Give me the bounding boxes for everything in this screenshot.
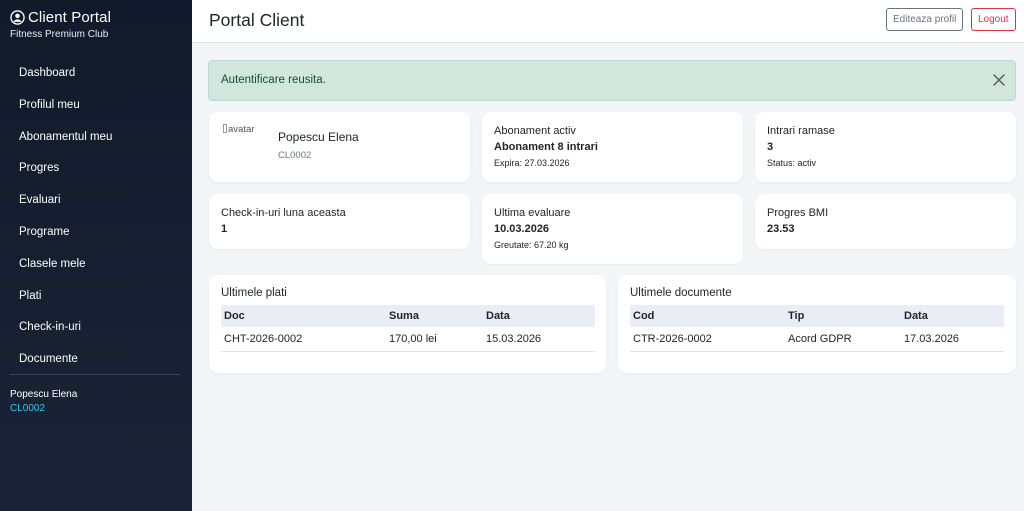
checkins-card: Check-in-uri luna aceasta 1	[209, 194, 470, 249]
column-header: Suma	[389, 310, 419, 322]
checkins-value: 1	[221, 223, 228, 235]
bmi-value: 23.53	[767, 223, 795, 235]
payments-table: Doc Suma Data CHT-2026-0002 170,00 lei 1…	[221, 305, 595, 352]
evaluation-label: Ultima evaluare	[494, 207, 571, 219]
bmi-card: Progres BMI 23.53	[755, 194, 1016, 249]
profile-card: avatar Popescu Elena CL0002	[209, 112, 470, 182]
sidebar-item-evaluari[interactable]: Evaluari	[0, 185, 192, 217]
table-cell: 170,00 lei	[386, 327, 483, 352]
sidebar-divider	[10, 374, 180, 375]
sidebar-nav: Dashboard Profilul meu Abonamentul meu P…	[0, 58, 192, 376]
sidebar-item-plati[interactable]: Plati	[0, 281, 192, 313]
table-cell: 17.03.2026	[901, 327, 1004, 352]
sidebar-item-abonament[interactable]: Abonamentul meu	[0, 122, 192, 154]
brand[interactable]: Client Portal	[10, 9, 111, 26]
entries-value: 3	[767, 141, 774, 153]
profile-name: Popescu Elena	[278, 130, 359, 144]
profile-code: CL0002	[278, 150, 312, 161]
table-row[interactable]: CHT-2026-0002 170,00 lei 15.03.2026	[221, 327, 595, 352]
evaluation-date: 10.03.2026	[494, 223, 550, 235]
table-cell: CHT-2026-0002	[221, 327, 386, 352]
subscription-label: Abonament activ	[494, 125, 576, 137]
column-header: Cod	[633, 310, 655, 322]
sidebar-item-checkin[interactable]: Check-in-uri	[0, 312, 192, 344]
brand-title: Client Portal	[28, 9, 112, 26]
logout-button[interactable]: Logout	[971, 8, 1016, 31]
table-cell: CTR-2026-0002	[630, 327, 785, 352]
alert-message: Autentificare reusita.	[221, 74, 326, 86]
page-title: Portal Client	[209, 10, 305, 30]
table-cell: 15.03.2026	[483, 327, 595, 352]
column-header: Data	[486, 310, 510, 322]
table-header-row: Doc Suma Data	[221, 305, 595, 327]
subscription-expiry: Expira: 27.03.2026	[494, 158, 570, 168]
sidebar-user-code: CL0002	[10, 403, 46, 414]
user-circle-icon	[10, 10, 25, 25]
sidebar-item-profil[interactable]: Profilul meu	[0, 90, 192, 122]
documents-title: Ultimele documente	[630, 287, 732, 299]
sidebar-item-dashboard[interactable]: Dashboard	[0, 58, 192, 90]
close-icon[interactable]	[993, 74, 1005, 86]
avatar: avatar	[223, 124, 263, 136]
edit-profile-button[interactable]: Editeaza profil	[886, 8, 964, 31]
payments-panel: Ultimele plati Doc Suma Data CHT-2026-00…	[209, 275, 606, 373]
sidebar: Client Portal Fitness Premium Club Dashb…	[0, 0, 192, 511]
column-header: Doc	[224, 310, 245, 322]
entries-label: Intrari ramase	[767, 125, 835, 137]
payments-title: Ultimele plati	[221, 287, 287, 299]
sidebar-item-progres[interactable]: Progres	[0, 153, 192, 185]
success-alert: Autentificare reusita.	[208, 60, 1016, 101]
documents-table: Cod Tip Data CTR-2026-0002 Acord GDPR 17…	[630, 305, 1004, 352]
entries-card: Intrari ramase 3 Status: activ	[755, 112, 1016, 182]
sidebar-item-clase[interactable]: Clasele mele	[0, 249, 192, 281]
documents-panel: Ultimele documente Cod Tip Data CTR-2026…	[618, 275, 1016, 373]
sidebar-item-programe[interactable]: Programe	[0, 217, 192, 249]
table-row[interactable]: CTR-2026-0002 Acord GDPR 17.03.2026	[630, 327, 1004, 352]
sidebar-item-documente[interactable]: Documente	[0, 344, 192, 376]
subscription-name: Abonament 8 intrari	[494, 141, 598, 153]
subscription-card: Abonament activ Abonament 8 intrari Expi…	[482, 112, 743, 182]
sidebar-user-name: Popescu Elena	[10, 389, 78, 400]
checkins-label: Check-in-uri luna aceasta	[221, 207, 346, 219]
top-bar: Portal Client Editeaza profil Logout	[192, 0, 1024, 43]
bmi-label: Progres BMI	[767, 207, 829, 219]
brand-subtitle: Fitness Premium Club	[10, 29, 109, 40]
table-header-row: Cod Tip Data	[630, 305, 1004, 327]
evaluation-weight: Greutate: 67.20 kg	[494, 240, 569, 250]
column-header: Data	[904, 310, 928, 322]
entries-status: Status: activ	[767, 158, 817, 168]
evaluation-card: Ultima evaluare 10.03.2026 Greutate: 67.…	[482, 194, 743, 264]
table-cell: Acord GDPR	[785, 327, 901, 352]
column-header: Tip	[788, 310, 805, 322]
